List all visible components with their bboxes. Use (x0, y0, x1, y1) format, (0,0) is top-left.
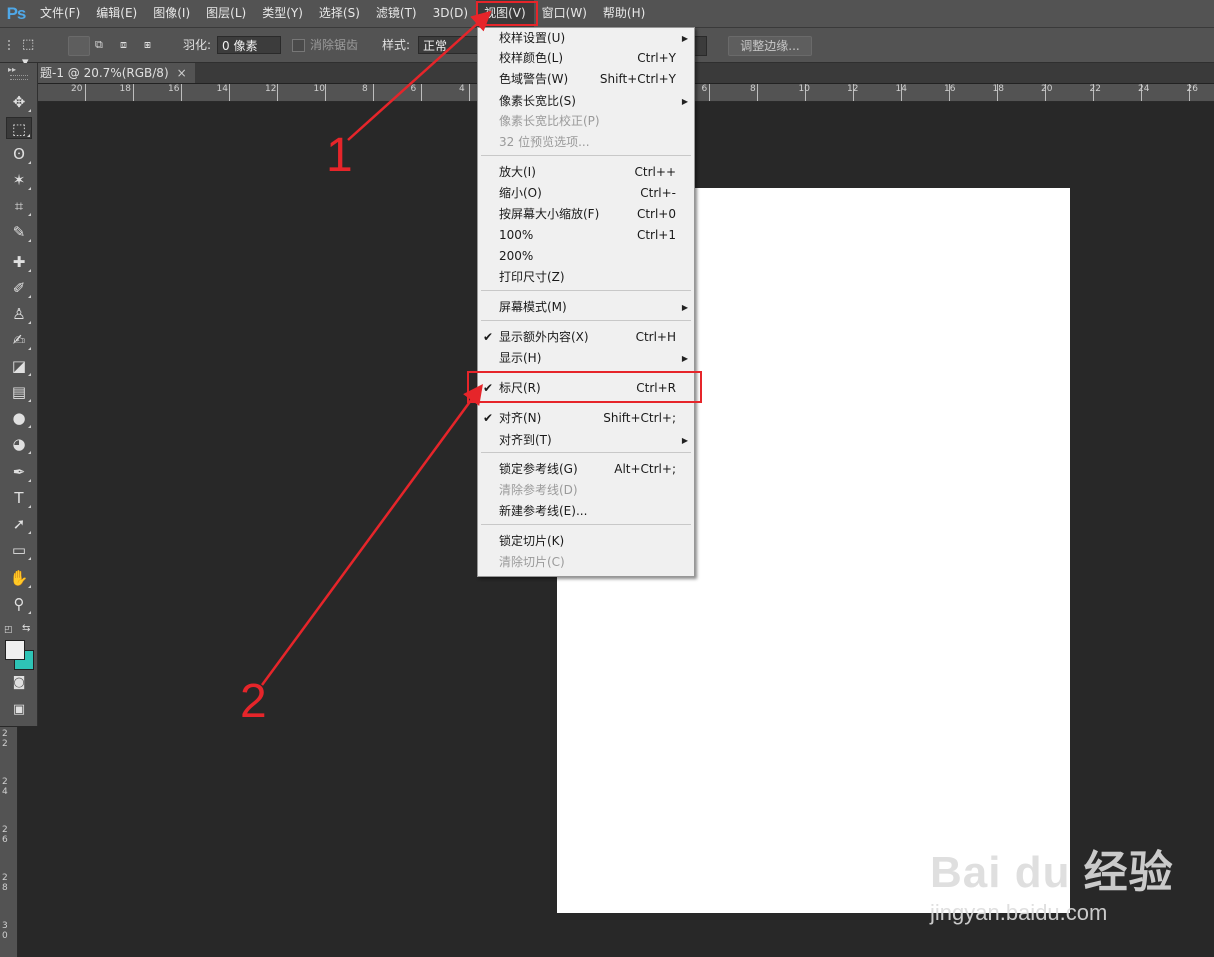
arrow-to-view-menu (347, 10, 492, 141)
watermark-url: jingyan.baidu.com (930, 900, 1108, 925)
step-number-2: 2 (240, 675, 267, 728)
arrow-to-ruler-item (260, 383, 483, 686)
annotation-arrows (260, 10, 492, 686)
baidu-jingyan-watermark-logo: Bai du 经验 (930, 848, 1174, 897)
step-number-1: 1 (326, 129, 353, 182)
